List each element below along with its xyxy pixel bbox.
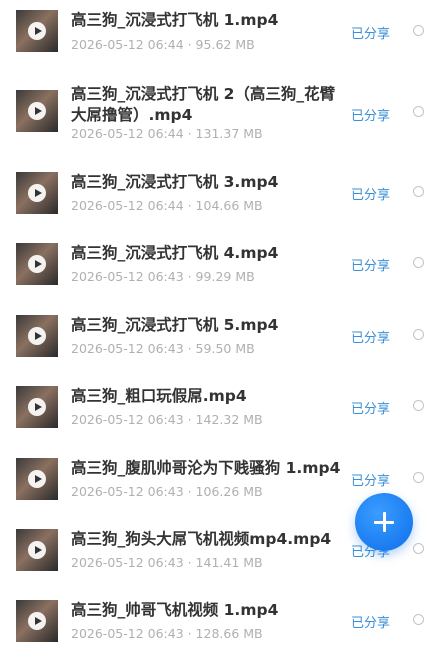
video-thumbnail[interactable] — [16, 243, 58, 285]
file-row[interactable]: 高三狗_沉浸式打飞机 2（高三狗_花臂大屌撸管）.mp4 2026-05-12 … — [0, 84, 448, 144]
file-title: 高三狗_狗头大屌飞机视频mp4.mp4 — [71, 530, 332, 548]
share-status[interactable]: 已分享 — [351, 327, 390, 346]
video-thumbnail[interactable] — [16, 386, 58, 428]
video-thumbnail[interactable] — [16, 90, 58, 132]
play-icon — [28, 22, 46, 40]
file-meta: 2026-05-12 06:44 · 104.66 MB — [71, 198, 263, 213]
video-thumbnail[interactable] — [16, 529, 58, 571]
video-thumbnail[interactable] — [16, 172, 58, 214]
video-thumbnail[interactable] — [16, 315, 58, 357]
file-title: 高三狗_帅哥飞机视频 1.mp4 — [71, 601, 279, 619]
file-meta: 2026-05-12 06:43 · 59.50 MB — [71, 341, 255, 356]
video-thumbnail[interactable] — [16, 458, 58, 500]
file-title: 高三狗_沉浸式打飞机 4.mp4 — [71, 244, 279, 262]
radio-circle-icon[interactable] — [413, 106, 424, 117]
radio-circle-icon[interactable] — [413, 186, 424, 197]
share-status[interactable]: 已分享 — [351, 255, 390, 274]
file-meta: 2026-05-12 06:43 · 142.32 MB — [71, 412, 263, 427]
radio-circle-icon[interactable] — [413, 329, 424, 340]
video-thumbnail[interactable] — [16, 600, 58, 642]
play-icon — [28, 398, 46, 416]
file-row[interactable]: 高三狗_沉浸式打飞机 5.mp4 2026-05-12 06:43 · 59.5… — [0, 315, 448, 360]
file-row[interactable]: 高三狗_沉浸式打飞机 1.mp4 2026-05-12 06:44 · 95.6… — [0, 10, 448, 55]
file-meta: 2026-05-12 06:43 · 99.29 MB — [71, 269, 255, 284]
play-icon — [28, 102, 46, 120]
file-title: 高三狗_沉浸式打飞机 3.mp4 — [71, 173, 279, 191]
file-meta: 2026-05-12 06:43 · 141.41 MB — [71, 555, 263, 570]
play-icon — [28, 541, 46, 559]
file-title: 高三狗_沉浸式打飞机 5.mp4 — [71, 316, 279, 334]
file-title: 高三狗_沉浸式打飞机 2（高三狗_花臂大屌撸管）.mp4 — [71, 85, 336, 124]
radio-circle-icon[interactable] — [413, 257, 424, 268]
share-status[interactable]: 已分享 — [351, 398, 390, 417]
radio-circle-icon[interactable] — [413, 400, 424, 411]
play-icon — [28, 255, 46, 273]
file-row[interactable]: 高三狗_粗口玩假屌.mp4 2026-05-12 06:43 · 142.32 … — [0, 386, 448, 431]
radio-circle-icon[interactable] — [413, 614, 424, 625]
radio-circle-icon[interactable] — [413, 543, 424, 554]
share-status[interactable]: 已分享 — [351, 23, 390, 42]
add-button[interactable] — [355, 493, 413, 551]
play-icon — [28, 184, 46, 202]
play-icon — [28, 612, 46, 630]
share-status[interactable]: 已分享 — [351, 470, 390, 489]
video-thumbnail[interactable] — [16, 10, 58, 52]
radio-circle-icon[interactable] — [413, 25, 424, 36]
play-icon — [28, 470, 46, 488]
file-meta: 2026-05-12 06:43 · 106.26 MB — [71, 484, 263, 499]
play-icon — [28, 327, 46, 345]
share-status[interactable]: 已分享 — [351, 184, 390, 203]
plus-icon — [374, 512, 394, 532]
file-title: 高三狗_沉浸式打飞机 1.mp4 — [71, 11, 279, 29]
radio-circle-icon[interactable] — [413, 472, 424, 483]
file-row[interactable]: 高三狗_帅哥飞机视频 1.mp4 2026-05-12 06:43 · 128.… — [0, 600, 448, 645]
file-title: 高三狗_腹肌帅哥沦为下贱骚狗 1.mp4 — [71, 459, 341, 477]
file-title: 高三狗_粗口玩假屌.mp4 — [71, 387, 247, 405]
share-status[interactable]: 已分享 — [351, 612, 390, 631]
file-row[interactable]: 高三狗_沉浸式打飞机 4.mp4 2026-05-12 06:43 · 99.2… — [0, 243, 448, 288]
file-row[interactable]: 高三狗_沉浸式打飞机 3.mp4 2026-05-12 06:44 · 104.… — [0, 172, 448, 217]
file-meta: 2026-05-12 06:44 · 95.62 MB — [71, 37, 255, 52]
file-meta: 2026-05-12 06:44 · 131.37 MB — [71, 126, 263, 141]
file-meta: 2026-05-12 06:43 · 128.66 MB — [71, 626, 263, 641]
share-status[interactable]: 已分享 — [351, 105, 390, 124]
